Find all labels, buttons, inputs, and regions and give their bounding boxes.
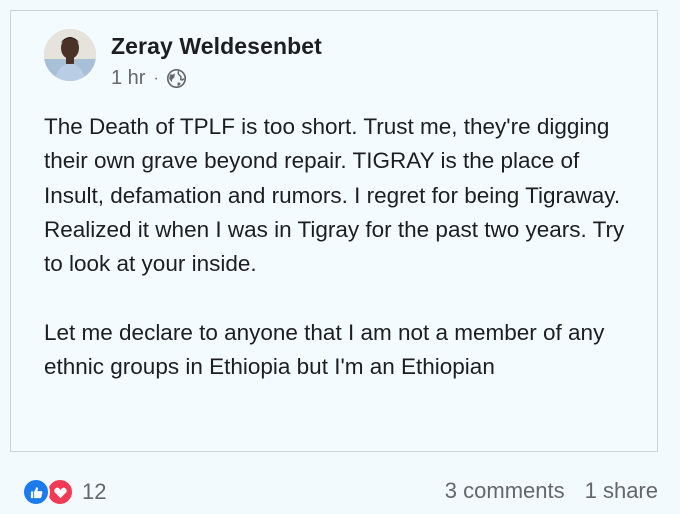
meta-separator: · <box>153 69 159 87</box>
post-card: Zeray Weldesenbet 1 hr · The Death of TP… <box>10 10 658 452</box>
avatar-photo <box>44 29 96 81</box>
reaction-count: 12 <box>82 479 107 504</box>
post-text: The Death of TPLF is too short. Trust me… <box>44 110 644 384</box>
post-timestamp[interactable]: 1 hr <box>111 67 145 90</box>
comments-count-link[interactable]: 3 comments <box>445 478 565 504</box>
reactions-summary[interactable]: 12 <box>22 478 106 506</box>
author-name[interactable]: Zeray Weldesenbet <box>111 33 322 60</box>
post-meta: 1 hr · <box>111 67 187 90</box>
post-paragraph: Let me declare to anyone that I am not a… <box>44 319 605 380</box>
love-icon <box>46 478 74 506</box>
post-paragraph: The Death of TPLF is too short. Trust me… <box>44 114 625 277</box>
post-footer: 12 3 comments 1 share <box>20 474 660 510</box>
like-icon <box>22 478 50 506</box>
avatar[interactable] <box>44 29 96 81</box>
engagement-counts: 3 comments 1 share <box>445 478 658 504</box>
globe-icon <box>166 68 186 89</box>
shares-count-link[interactable]: 1 share <box>585 478 658 504</box>
